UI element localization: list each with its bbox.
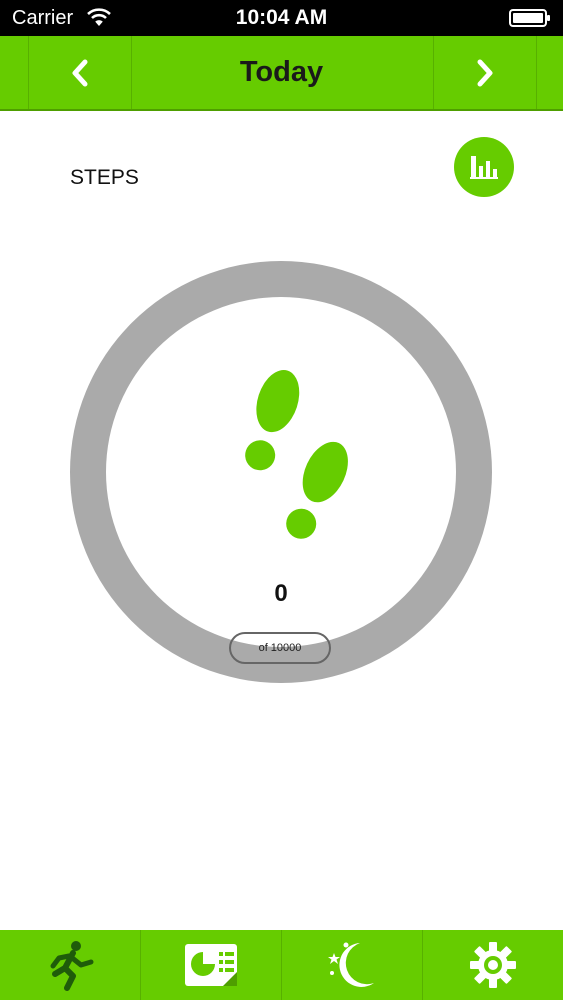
next-day-button[interactable]	[433, 36, 537, 109]
previous-day-button[interactable]	[28, 36, 132, 109]
section-label: STEPS	[70, 166, 139, 189]
goal-text: of 10000	[258, 642, 302, 654]
report-card-icon	[185, 944, 237, 986]
tab-settings[interactable]	[423, 930, 563, 1000]
bar-chart-icon	[470, 156, 498, 179]
status-bar: Carrier 10:04 AM	[0, 0, 563, 36]
app-screen: Carrier 10:04 AM Today STEPS 0 of 10000	[0, 0, 563, 1000]
tab-sleep[interactable]	[282, 930, 423, 1000]
running-man-icon	[50, 941, 94, 991]
tab-bar	[0, 930, 563, 1000]
status-time: 10:04 AM	[235, 6, 328, 29]
ring-center: 0 of 10000	[106, 297, 456, 664]
tab-activity[interactable]	[0, 930, 141, 1000]
nav-bar: Today	[0, 36, 563, 111]
footprints-icon	[245, 370, 348, 539]
goal-badge: of 10000	[229, 632, 331, 664]
moon-stars-icon	[328, 942, 374, 987]
gear-icon	[470, 942, 516, 988]
chart-button[interactable]	[454, 137, 514, 197]
battery-icon	[509, 9, 550, 27]
tab-report[interactable]	[141, 930, 282, 1000]
page-title: Today	[239, 56, 324, 88]
steps-progress-ring: 0 of 10000	[70, 261, 492, 683]
chevron-left-icon	[72, 59, 88, 86]
chevron-right-icon	[477, 59, 493, 86]
step-count: 0	[274, 580, 288, 607]
